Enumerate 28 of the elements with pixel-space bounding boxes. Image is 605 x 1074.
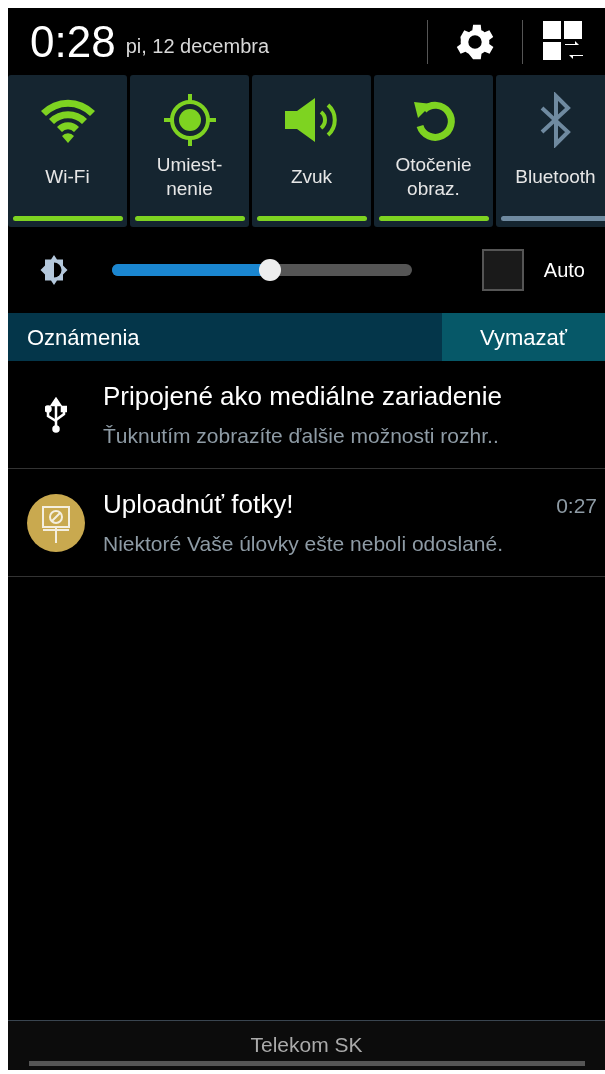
clear-button[interactable]: Vymazať bbox=[442, 313, 605, 361]
carrier-name: Telekom SK bbox=[250, 1032, 363, 1058]
notification-text: Niektoré Vaše úlovky ešte neboli odoslané. bbox=[103, 531, 504, 558]
toggle-label: Zvuk bbox=[290, 165, 333, 189]
quick-toggle[interactable]: Umiest- nenie bbox=[130, 75, 249, 227]
toggle-label: Wi-Fi bbox=[45, 165, 90, 189]
toggle-label: Bluetooth bbox=[515, 165, 596, 189]
quick-toggle[interactable]: Wi-Fi bbox=[8, 75, 127, 227]
toggle-label: Umiest- nenie bbox=[156, 153, 223, 201]
quick-toggle[interactable]: Otočenie obraz. bbox=[374, 75, 493, 227]
usb-icon bbox=[44, 396, 67, 433]
notifications-title: Oznámenia bbox=[26, 323, 140, 352]
clock-time: 0:28 bbox=[30, 19, 116, 64]
drag-handle[interactable] bbox=[28, 1060, 585, 1066]
toggle-label: Otočenie obraz. bbox=[395, 153, 472, 201]
date-text: pi, 12 decembra bbox=[125, 33, 270, 59]
notification-title[interactable]: Uploadnúť fotky! bbox=[103, 485, 294, 525]
crosshair-icon bbox=[161, 92, 218, 148]
auto-label: Auto bbox=[543, 258, 585, 283]
quick-toggle[interactable]: Bluetooth bbox=[496, 75, 605, 227]
auto-checkbox[interactable] bbox=[481, 249, 524, 291]
quick-toggle[interactable]: Zvuk bbox=[252, 75, 371, 227]
notification-title[interactable]: Pripojené ako mediálne zariadenie bbox=[103, 377, 502, 417]
brightness-slider[interactable] bbox=[112, 259, 412, 281]
grid-switch-icon[interactable] bbox=[543, 20, 585, 63]
app-icon bbox=[25, 492, 86, 553]
notification-time: 0:27 bbox=[556, 493, 597, 520]
notification-text: Ťuknutím zobrazíte ďalšie možnosti rozhr.. bbox=[103, 423, 500, 450]
